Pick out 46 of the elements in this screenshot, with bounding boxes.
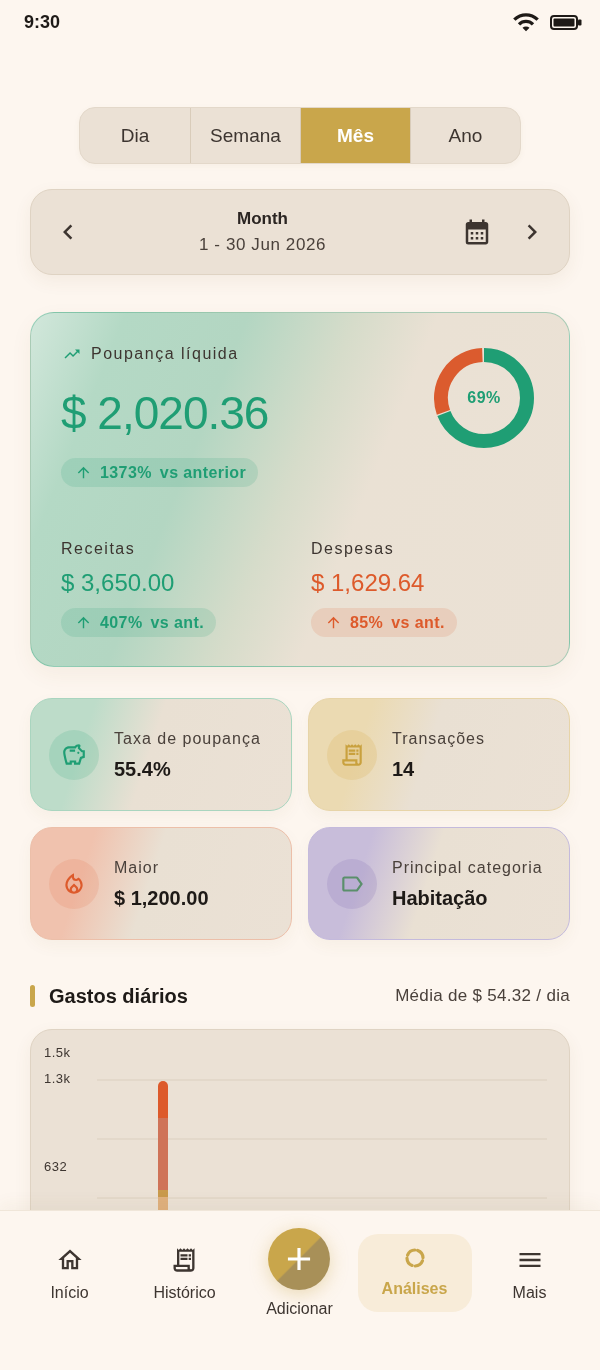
stat-value: 55.4% bbox=[114, 756, 172, 782]
daily-average: Média de $ 54.32 / dia bbox=[395, 986, 570, 1006]
period-title: Month bbox=[237, 209, 288, 229]
ring-icon bbox=[402, 1246, 427, 1270]
arrow-up-icon bbox=[75, 614, 92, 631]
battery-icon bbox=[550, 14, 582, 30]
axis-label: 1.3k bbox=[44, 1071, 71, 1087]
stat-label: Principal categoria bbox=[392, 857, 543, 878]
plus-icon bbox=[268, 1228, 331, 1290]
stat-label: Taxa de poupança bbox=[114, 728, 261, 749]
arrow-up-icon bbox=[75, 464, 92, 481]
flame-icon bbox=[49, 858, 99, 909]
period-tab[interactable]: Dia bbox=[80, 108, 190, 163]
change-value: 85% bbox=[350, 613, 384, 632]
axis-label: 632 bbox=[44, 1159, 68, 1175]
card-label: Poupança líquida bbox=[91, 344, 239, 364]
change-label: vs anterior bbox=[159, 463, 247, 482]
axis-label: 1.5k bbox=[44, 1045, 71, 1061]
change-label: vs ant. bbox=[150, 613, 205, 632]
period-tab[interactable]: Ano bbox=[410, 108, 520, 163]
date-range: 1 - 30 Jun 2026 bbox=[198, 235, 327, 255]
amount: $ 1,629.64 bbox=[311, 568, 425, 598]
stat-value: $ 1,200.00 bbox=[114, 885, 209, 911]
change-label: vs ant. bbox=[391, 613, 445, 632]
piggy-bank-icon bbox=[49, 729, 99, 780]
change-value: 1373% bbox=[100, 463, 152, 482]
tag-icon bbox=[327, 858, 377, 909]
arrow-up-icon bbox=[325, 614, 342, 631]
stat-label: Transações bbox=[392, 728, 485, 749]
section-title: Gastos diários bbox=[49, 984, 188, 1008]
stat-value: Habitação bbox=[392, 885, 489, 911]
status-time: 9:30 bbox=[24, 11, 61, 33]
amount: $ 3,650.00 bbox=[61, 568, 175, 598]
accent-bar bbox=[30, 985, 35, 1007]
nav-tab[interactable]: Início bbox=[46, 1246, 93, 1303]
nav-tab[interactable]: Histórico bbox=[149, 1246, 220, 1303]
add-button[interactable]: Adicionar bbox=[262, 1228, 337, 1319]
receipt-icon bbox=[327, 729, 377, 780]
card-label: Despesas bbox=[311, 539, 395, 559]
change-value: 407% bbox=[100, 613, 143, 632]
stat-value: 14 bbox=[392, 756, 416, 782]
card-label: Receitas bbox=[61, 539, 136, 559]
net-savings-amount: $ 2,020.36 bbox=[61, 386, 269, 441]
stat-label: Maior bbox=[114, 857, 160, 878]
donut-percentage: 69% bbox=[467, 389, 501, 407]
nav-tab[interactable]: Mais bbox=[508, 1246, 551, 1303]
